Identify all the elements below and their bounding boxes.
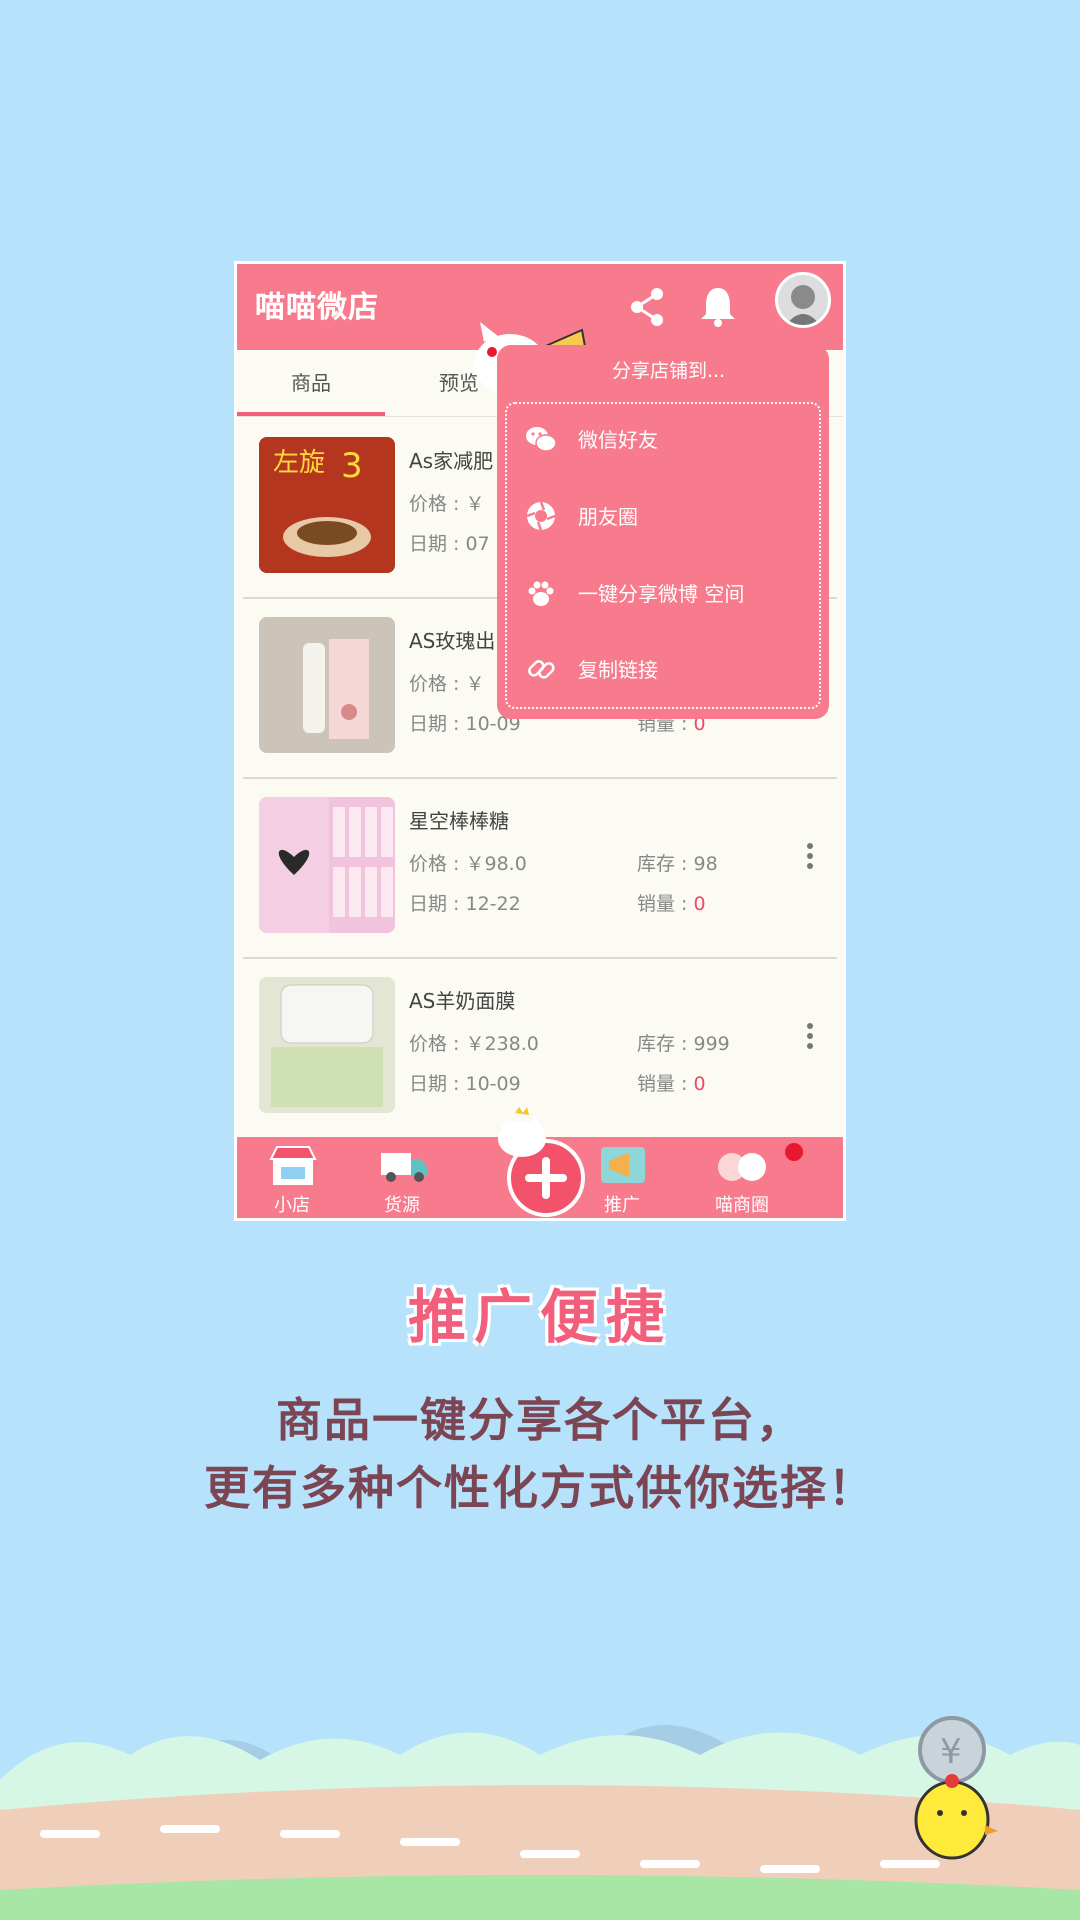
product-image	[259, 797, 395, 933]
product-title: As家减肥	[409, 449, 494, 473]
nav-label: 喵商圈	[715, 1195, 769, 1216]
product-date: 日期 : 10-09	[409, 1073, 521, 1095]
share-item-label: 微信好友	[578, 428, 658, 452]
nav-label: 推广	[604, 1195, 640, 1216]
notification-badge	[785, 1143, 803, 1161]
product-sales-label: 销量 :	[637, 893, 688, 915]
share-wechat-friends[interactable]: 微信好友	[520, 408, 820, 468]
share-item-label: 复制链接	[578, 658, 658, 682]
list-item[interactable]: 星空棒棒糖 价格 : ￥98.0 库存 : 98 日期 : 12-22 销量 :…	[237, 777, 843, 957]
nav-label: 小店	[274, 1195, 310, 1216]
moments-icon	[526, 501, 556, 531]
product-sales: 销量 : 0	[637, 889, 706, 916]
share-moments[interactable]: 朋友圈	[520, 485, 820, 545]
product-price: 价格 : ￥	[409, 673, 485, 695]
nav-label: 货源	[384, 1195, 420, 1216]
promo-line-1: 商品一键分享各个平台，	[276, 1393, 804, 1447]
product-price: 价格 : ￥98.0	[409, 853, 527, 875]
promo-headline: 推广便捷	[407, 1283, 672, 1351]
bell-icon[interactable]	[693, 282, 743, 332]
svg-text:¥: ¥	[940, 1732, 962, 1772]
shop-icon	[269, 1146, 317, 1185]
chick-coin-icon: ¥	[914, 1716, 998, 1860]
tab-products[interactable]: 商品	[237, 350, 385, 416]
link-icon	[528, 660, 555, 679]
product-price: 价格 : ￥	[409, 493, 485, 515]
product-image	[259, 977, 395, 1113]
share-item-label: 朋友圈	[578, 505, 638, 529]
product-title: 星空棒棒糖	[409, 809, 509, 833]
product-image	[259, 617, 395, 753]
wechat-icon	[526, 427, 557, 452]
product-sales: 销量 : 0	[637, 1069, 706, 1096]
app-logo: 喵喵微店	[255, 290, 379, 325]
share-icon[interactable]	[623, 282, 673, 332]
avatar[interactable]	[775, 272, 831, 328]
svg-text:左旋: 左旋	[273, 448, 325, 478]
more-options-icon[interactable]	[807, 1023, 815, 1053]
product-price: 价格 : ￥238.0	[409, 1033, 539, 1055]
share-popup-title: 分享店铺到...	[612, 360, 726, 382]
product-date: 日期 : 12-22	[409, 893, 521, 915]
product-date: 日期 : 07	[409, 533, 490, 555]
nav-shop[interactable]: 小店	[237, 1137, 347, 1218]
product-title: AS玫瑰出	[409, 629, 496, 653]
product-title: AS羊奶面膜	[409, 989, 516, 1013]
cats-icon	[718, 1153, 766, 1181]
product-image: 左旋 3	[259, 437, 395, 573]
product-stock: 库存 : 98	[637, 853, 718, 875]
share-weibo-qzone[interactable]: 一键分享微博 空间	[520, 562, 820, 622]
share-copy-link[interactable]: 复制链接	[520, 638, 820, 698]
product-stock: 库存 : 999	[637, 1033, 730, 1055]
nav-supply[interactable]: 货源	[347, 1137, 457, 1218]
more-options-icon[interactable]	[807, 843, 815, 873]
megaphone-icon	[601, 1147, 645, 1183]
paw-icon	[528, 581, 554, 606]
product-sales-label: 销量 :	[637, 1073, 688, 1095]
truck-icon	[381, 1153, 427, 1182]
share-item-label: 一键分享微博 空间	[578, 582, 745, 606]
cat-mascot-icon	[498, 1107, 546, 1157]
svg-text:3: 3	[341, 446, 363, 486]
product-sales-value: 0	[693, 893, 706, 915]
nav-circle[interactable]: 喵商圈	[677, 1137, 807, 1218]
promo-line-2: 更有多种个性化方式供你选择！	[204, 1461, 876, 1515]
product-sales-value: 0	[693, 1073, 706, 1095]
